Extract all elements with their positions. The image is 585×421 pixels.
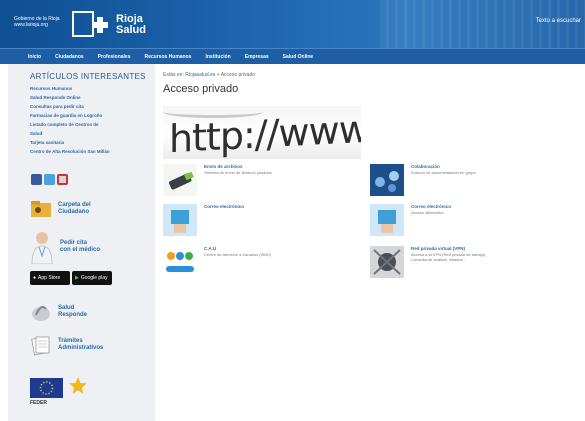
service-vpn[interactable]: Red privada virtual (VPN) Acceso a la VP…: [370, 246, 501, 278]
network-icon: [370, 246, 404, 278]
main-nav: Inicio Ciudadanos Profesionales Recursos…: [0, 48, 585, 64]
sidebar-link[interactable]: Centro de Alta Resolución San Millán: [30, 147, 155, 156]
service-colaboracion[interactable]: Colaboración Entorno de documentación en…: [370, 164, 501, 196]
service-desc: Sistema de envío de ficheros pesados: [204, 170, 272, 175]
sidebar-link[interactable]: Consultas para pedir cita: [30, 102, 155, 111]
service-desc: Entorno de documentación en grupo: [411, 170, 476, 175]
pedir-cita-link[interactable]: Pedir cita con el médico: [30, 230, 101, 265]
cita-label-1: Pedir cita: [60, 240, 88, 246]
star-icon: [69, 377, 87, 394]
breadcrumb: Estás en: Riojasalud.es > Acceso privado: [163, 72, 255, 78]
tramites-label-1: Trámites: [58, 338, 83, 344]
listen-text-link[interactable]: Texto a escuchar: [536, 18, 581, 24]
support-icon: [163, 246, 197, 278]
twitter-icon[interactable]: [44, 174, 55, 185]
sidebar-title: ARTÍCULOS INTERESANTES: [30, 72, 146, 81]
main-content: Estás en: Riojasalud.es > Acceso privado…: [163, 64, 585, 421]
carpeta-label-1: Carpeta del: [58, 202, 91, 208]
feder-label: FEDER: [30, 400, 47, 406]
folder-icon: [30, 198, 52, 220]
breadcrumb-home-link[interactable]: Riojasalud.es: [185, 72, 215, 78]
app-store-label: App Store: [38, 275, 61, 281]
sidebar-link[interactable]: Farmacias de guardia en Logroño: [30, 111, 155, 120]
nav-item-profesionales[interactable]: Profesionales: [98, 54, 131, 60]
rioja-star-logo: [68, 376, 88, 401]
nav-item-empresas[interactable]: Empresas: [245, 54, 269, 60]
service-envio-archivos[interactable]: Envío de archivos Sistema de envío de fi…: [163, 164, 294, 196]
http-banner: http://www: [163, 106, 361, 159]
nav-item-institucion[interactable]: Institución: [205, 54, 230, 60]
logo-text-salud: Salud: [116, 24, 146, 36]
carpeta-label-2: Ciudadano: [58, 209, 89, 215]
rioja-salud-logo-frame[interactable]: [72, 11, 94, 37]
rioja-salud-logo[interactable]: Rioja Salud: [116, 14, 146, 36]
google-play-badge[interactable]: ▶ Google play: [72, 271, 112, 285]
tramites-label-2: Administrativos: [58, 345, 104, 351]
nav-item-ciudadanos[interactable]: Ciudadanos: [55, 54, 84, 60]
doctor-icon: [30, 230, 54, 265]
email-icon: [163, 204, 197, 236]
nav-item-recursos-humanos[interactable]: Recursos Humanos: [144, 54, 191, 60]
sidebar-link[interactable]: Recursos Humanos: [30, 84, 155, 93]
sidebar-link[interactable]: Tarjeta sanitaria: [30, 138, 155, 147]
gov-url: www.larioja.org: [14, 22, 48, 28]
feder-logo: FEDER: [30, 378, 63, 406]
tramites-link[interactable]: Trámites Administrativos: [30, 334, 103, 356]
service-title[interactable]: Correo electrónico: [204, 204, 294, 210]
gobierno-rioja-logo[interactable]: Gobierno de la Rioja www.larioja.org: [14, 16, 60, 28]
site-header: Gobierno de la Rioja www.larioja.org Rio…: [0, 0, 585, 48]
facebook-icon[interactable]: [31, 174, 42, 185]
salud-responde-label-2: Responde: [58, 312, 88, 318]
youtube-icon[interactable]: [57, 174, 68, 185]
service-cau[interactable]: C.A.U Centro de Atención a Usuarios (000…: [163, 246, 294, 278]
service-correo[interactable]: Correo electrónico: [163, 204, 294, 236]
header-photo: [380, 0, 585, 48]
sidebar-link[interactable]: Salud Responde Online: [30, 93, 155, 102]
social-links: [31, 174, 68, 185]
salud-responde-label-1: Salud: [58, 305, 75, 311]
cita-label-2: con el médico: [60, 247, 101, 253]
service-desc: Acceso a la VPN (Red privada de trabajo)…: [411, 252, 487, 262]
email-alt-icon: [370, 204, 404, 236]
service-correo-alternativo[interactable]: Correo electrónico Acceso alternativo: [370, 204, 501, 236]
sidebar-links: Recursos Humanos Salud Responde Online C…: [30, 84, 155, 156]
cross-icon: [92, 17, 108, 33]
apple-icon: ●: [33, 275, 37, 281]
google-play-label: Google play: [80, 275, 108, 281]
salud-responde-link[interactable]: Salud Responde: [30, 301, 87, 323]
sidebar: ARTÍCULOS INTERESANTES Recursos Humanos …: [8, 64, 155, 421]
usb-drive-icon: [163, 164, 197, 196]
salud-responde-icon: [30, 301, 52, 323]
sidebar-link[interactable]: Salud: [30, 129, 155, 138]
app-store-badge[interactable]: ● App Store: [30, 271, 70, 285]
eu-flag-icon: [30, 378, 63, 398]
breadcrumb-current: > Acceso privado: [216, 72, 255, 78]
documents-icon: [30, 334, 52, 356]
collaboration-icon: [370, 164, 404, 196]
service-desc: Acceso alternativo: [411, 210, 444, 215]
breadcrumb-prefix: Estás en:: [163, 72, 184, 78]
nav-item-inicio[interactable]: Inicio: [28, 54, 41, 60]
sidebar-link[interactable]: Listado completo de Centros de: [30, 120, 155, 129]
service-desc: Centro de Atención a Usuarios (0000): [204, 252, 271, 257]
nav-item-salud-online[interactable]: Salud Online: [283, 54, 314, 60]
carpeta-ciudadano-link[interactable]: Carpeta del Ciudadano: [30, 198, 91, 220]
page-title: Acceso privado: [163, 83, 239, 95]
play-icon: ▶: [75, 275, 79, 281]
